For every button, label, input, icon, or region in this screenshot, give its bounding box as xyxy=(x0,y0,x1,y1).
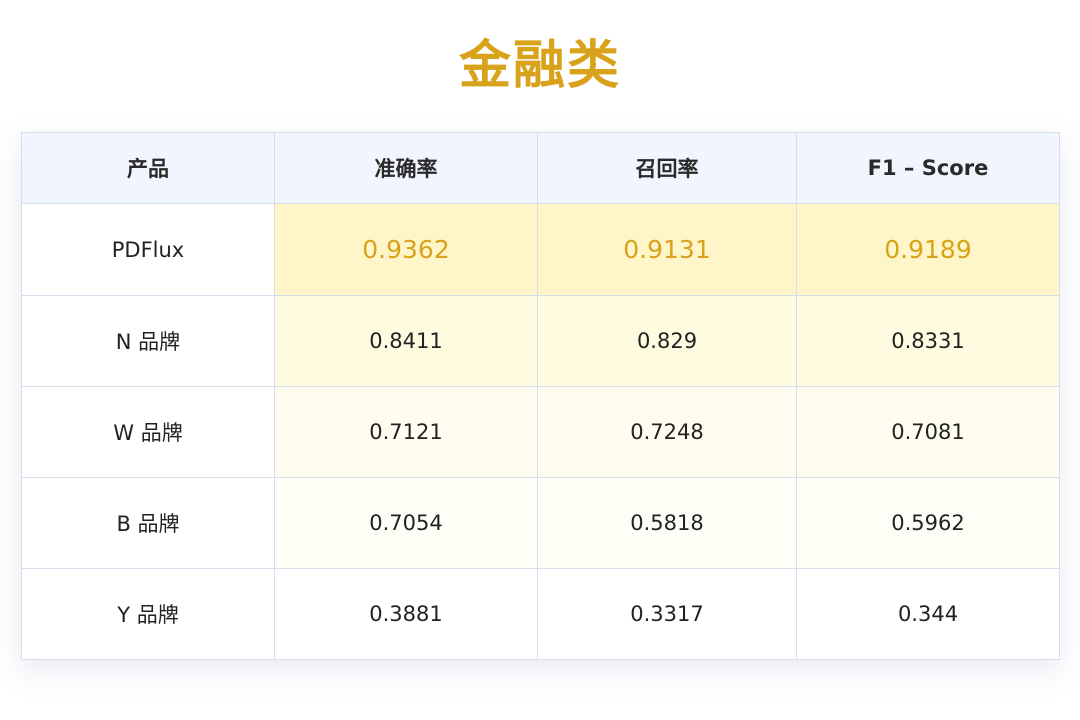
f1-score-cell: 0.5962 xyxy=(796,477,1060,569)
table-row: N 品牌 0.8411 0.829 0.8331 xyxy=(21,295,1060,387)
product-name-cell: B 品牌 xyxy=(21,477,275,569)
precision-cell: 0.3881 xyxy=(274,568,538,660)
recall-cell: 0.3317 xyxy=(537,568,797,660)
precision-cell: 0.8411 xyxy=(274,295,538,387)
f1-score-cell: 0.344 xyxy=(796,568,1060,660)
f1-score-cell: 0.9189 xyxy=(796,203,1060,296)
table-row: Y 品牌 0.3881 0.3317 0.344 xyxy=(21,568,1060,660)
table-row: PDFlux 0.9362 0.9131 0.9189 xyxy=(21,203,1060,296)
page: 金融类 产品 准确率 召回率 F1 – Score PDFlux 0.9362 … xyxy=(0,0,1080,720)
product-name-cell: W 品牌 xyxy=(21,386,275,478)
product-name-cell: PDFlux xyxy=(21,203,275,296)
header-product: 产品 xyxy=(21,132,275,204)
recall-cell: 0.7248 xyxy=(537,386,797,478)
table-row: B 品牌 0.7054 0.5818 0.5962 xyxy=(21,477,1060,569)
recall-cell: 0.5818 xyxy=(537,477,797,569)
header-precision: 准确率 xyxy=(274,132,538,204)
product-name-cell: Y 品牌 xyxy=(21,568,275,660)
precision-cell: 0.9362 xyxy=(274,203,538,296)
f1-score-cell: 0.7081 xyxy=(796,386,1060,478)
precision-cell: 0.7121 xyxy=(274,386,538,478)
recall-cell: 0.829 xyxy=(537,295,797,387)
comparison-table: 产品 准确率 召回率 F1 – Score PDFlux 0.9362 0.91… xyxy=(21,132,1060,660)
page-title: 金融类 xyxy=(458,36,621,96)
precision-cell: 0.7054 xyxy=(274,477,538,569)
comparison-table-container: 产品 准确率 召回率 F1 – Score PDFlux 0.9362 0.91… xyxy=(21,132,1060,660)
header-f1-score: F1 – Score xyxy=(796,132,1060,204)
table-row: W 品牌 0.7121 0.7248 0.7081 xyxy=(21,386,1060,478)
recall-cell: 0.9131 xyxy=(537,203,797,296)
table-header-row: 产品 准确率 召回率 F1 – Score xyxy=(21,132,1060,204)
f1-score-cell: 0.8331 xyxy=(796,295,1060,387)
header-recall: 召回率 xyxy=(537,132,797,204)
product-name-cell: N 品牌 xyxy=(21,295,275,387)
